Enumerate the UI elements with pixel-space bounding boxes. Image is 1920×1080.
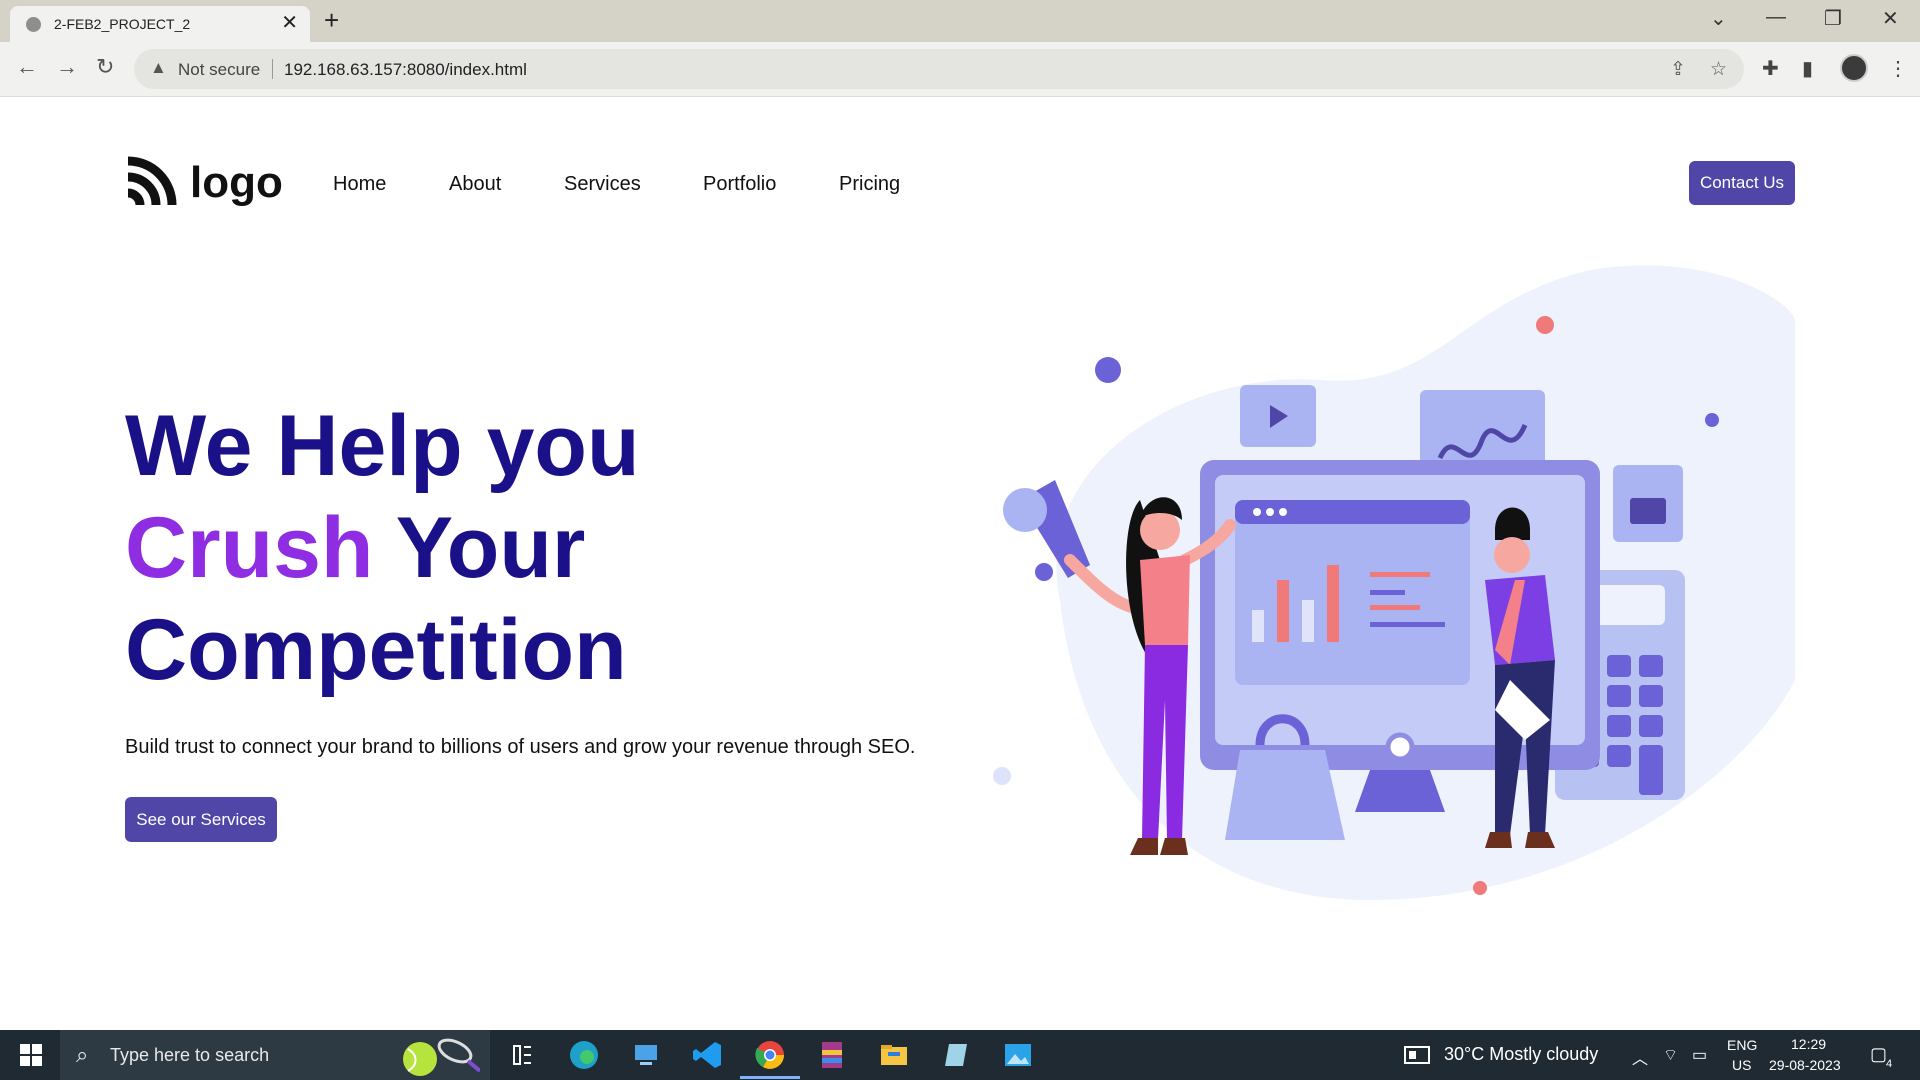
close-window-icon[interactable]: ✕ — [1882, 6, 1899, 31]
search-icon: ⌕ — [76, 1042, 89, 1067]
vscode-icon[interactable] — [691, 1039, 725, 1071]
windows-taskbar: ⌕ Type here to search 30°C Mostly cloudy… — [0, 1030, 1920, 1080]
marketing-illustration — [993, 265, 1795, 900]
see-services-button[interactable]: See our Services — [125, 797, 277, 842]
back-icon[interactable]: ← — [16, 54, 38, 80]
notification-icon[interactable]: ▢ — [1870, 1044, 1887, 1065]
clock-date[interactable]: 29-08-2023 — [1769, 1057, 1841, 1073]
hero-line-1: We Help you — [125, 398, 640, 494]
restore-icon[interactable]: ❐ — [1824, 6, 1842, 31]
reload-icon[interactable]: ↻ — [96, 54, 114, 80]
computer-icon[interactable] — [629, 1039, 663, 1071]
battery-icon[interactable]: ▭ — [1692, 1045, 1707, 1065]
wifi-icon[interactable]: ⌔ — [1663, 1045, 1678, 1065]
bookmark-star-icon[interactable]: ☆ — [1710, 58, 1727, 81]
address-bar[interactable]: ▲ Not secure 192.168.63.157:8080/index.h… — [134, 49, 1744, 89]
weather-news-icon[interactable] — [1400, 1039, 1434, 1071]
hero-line-2: Crush Your — [125, 497, 640, 599]
active-app-indicator — [740, 1076, 800, 1079]
hero-line-2-rest: Your — [373, 500, 586, 596]
browser-toolbar: ← → ↻ ▲ Not secure 192.168.63.157:8080/i… — [0, 42, 1920, 97]
browser-tab[interactable]: 2-FEB2_PROJECT_2 ✕ — [10, 6, 310, 42]
tab-title: 2-FEB2_PROJECT_2 — [54, 16, 191, 32]
windows-start-icon[interactable] — [20, 1044, 42, 1066]
url-text[interactable]: 192.168.63.157:8080/index.html — [284, 60, 527, 80]
photos-icon[interactable] — [1001, 1039, 1035, 1071]
language-code[interactable]: ENG — [1727, 1037, 1757, 1053]
nav-services[interactable]: Services — [564, 173, 641, 196]
new-tab-icon[interactable]: + — [324, 7, 339, 33]
search-placeholder: Type here to search — [110, 1045, 270, 1065]
extensions-icon[interactable]: ✚ — [1762, 56, 1779, 81]
security-label[interactable]: Not secure — [178, 60, 260, 80]
hero-highlight: Crush — [125, 500, 374, 596]
weather-text[interactable]: 30°C Mostly cloudy — [1444, 1044, 1598, 1065]
logo-text[interactable]: logo — [190, 158, 283, 208]
minimize-icon[interactable]: — — [1766, 6, 1786, 29]
profile-avatar[interactable] — [1840, 54, 1868, 82]
notes-app-icon[interactable] — [939, 1039, 973, 1071]
task-view-icon[interactable] — [505, 1039, 539, 1071]
warning-icon: ▲ — [150, 58, 167, 77]
edge-browser-icon[interactable] — [567, 1039, 601, 1071]
tennis-ball-icon — [403, 1038, 480, 1076]
hero-subtext: Build trust to connect your brand to bil… — [125, 736, 916, 758]
file-explorer-icon[interactable] — [877, 1039, 911, 1071]
globe-icon — [26, 17, 41, 32]
chevron-up-icon[interactable]: ︿ — [1632, 1045, 1648, 1069]
side-panel-icon[interactable]: ▮ — [1802, 56, 1813, 81]
nav-pricing[interactable]: Pricing — [839, 173, 900, 196]
close-tab-icon[interactable]: ✕ — [281, 13, 298, 33]
clock-time[interactable]: 12:29 — [1791, 1036, 1826, 1052]
chrome-icon[interactable] — [753, 1039, 787, 1071]
winrar-icon[interactable] — [815, 1039, 849, 1071]
taskbar-search[interactable]: ⌕ Type here to search — [60, 1030, 490, 1080]
tab-search-icon[interactable]: ⌄ — [1710, 6, 1727, 31]
logo-mark-icon[interactable] — [124, 155, 178, 214]
contact-us-button[interactable]: Contact Us — [1689, 161, 1795, 205]
hero-heading: We Help you Crush Your Competition — [125, 395, 640, 701]
share-icon[interactable]: ⇪ — [1670, 58, 1686, 81]
menu-icon[interactable]: ⋮ — [1888, 56, 1908, 81]
browser-tab-bar: 2-FEB2_PROJECT_2 ✕ + ⌄ — ❐ ✕ — [0, 0, 1920, 42]
address-separator — [272, 59, 273, 79]
language-region[interactable]: US — [1732, 1057, 1751, 1073]
forward-icon[interactable]: → — [56, 54, 78, 80]
nav-portfolio[interactable]: Portfolio — [703, 173, 776, 196]
hero-line-3: Competition — [125, 602, 627, 698]
nav-home[interactable]: Home — [333, 173, 386, 196]
nav-about[interactable]: About — [449, 173, 501, 196]
notification-count: 4 — [1886, 1058, 1893, 1070]
